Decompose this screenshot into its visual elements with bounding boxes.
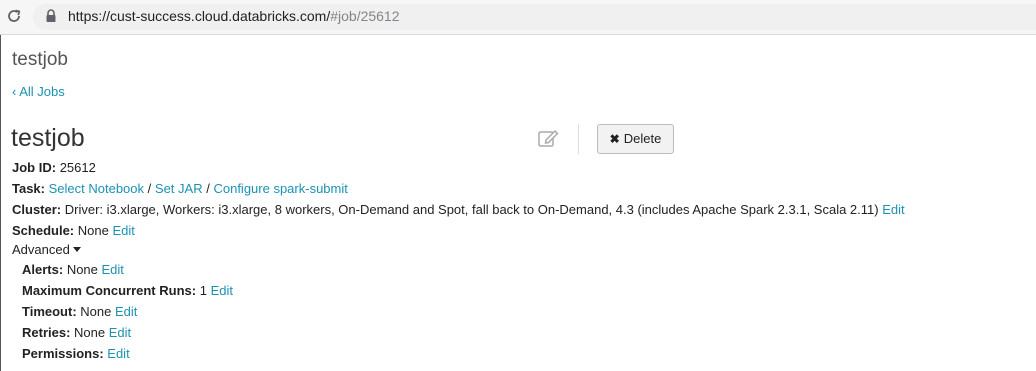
url-text[interactable]: https://cust-success.cloud.databricks.co… — [68, 8, 400, 25]
cluster-edit-link[interactable]: Edit — [882, 202, 904, 217]
max-concurrent-runs-value: 1 — [199, 283, 207, 298]
caret-down-icon — [72, 247, 81, 252]
timeout-value: None — [80, 304, 112, 319]
schedule-label: Schedule: — [12, 223, 75, 238]
advanced-label: Advanced — [12, 242, 70, 257]
task-row: Task: Select Notebook / Set JAR / Config… — [12, 181, 348, 197]
timeout-row: Timeout: None Edit — [22, 304, 137, 320]
url-host: https://cust-success.cloud.databricks.co… — [68, 8, 331, 24]
job-id-value: 25612 — [59, 160, 96, 175]
advanced-toggle[interactable]: Advanced — [12, 242, 81, 258]
alerts-value: None — [66, 262, 98, 277]
delete-button[interactable]: ✖ Delete — [597, 124, 674, 154]
permissions-label: Permissions: — [22, 346, 104, 361]
reload-icon[interactable] — [6, 8, 22, 24]
timeout-edit-link[interactable]: Edit — [115, 304, 137, 319]
task-label: Task: — [12, 181, 45, 196]
alerts-row: Alerts: None Edit — [22, 262, 124, 278]
delete-label: Delete — [623, 131, 662, 146]
retries-row: Retries: None Edit — [22, 325, 131, 341]
all-jobs-link[interactable]: ‹ All Jobs — [12, 84, 65, 100]
cluster-value: Driver: i3.xlarge, Workers: i3.xlarge, 8… — [64, 202, 879, 217]
configure-spark-submit-link[interactable]: Configure spark-submit — [213, 181, 347, 196]
cluster-row: Cluster: Driver: i3.xlarge, Workers: i3.… — [12, 202, 905, 218]
permissions-row: Permissions: Edit — [22, 346, 130, 362]
lock-icon — [46, 9, 56, 22]
close-x-icon: ✖ — [609, 132, 620, 146]
alerts-label: Alerts: — [22, 262, 64, 277]
max-concurrent-runs-edit-link[interactable]: Edit — [211, 283, 233, 298]
header-divider — [578, 124, 579, 154]
max-concurrent-runs-row: Maximum Concurrent Runs: 1 Edit — [22, 283, 233, 299]
cluster-label: Cluster: — [12, 202, 62, 217]
permissions-edit-link[interactable]: Edit — [107, 346, 129, 361]
url-fragment: #job/25612 — [330, 8, 400, 24]
retries-label: Retries: — [22, 325, 71, 340]
alerts-edit-link[interactable]: Edit — [102, 262, 124, 277]
job-id-label: Job ID: — [12, 160, 57, 175]
select-notebook-link[interactable]: Select Notebook — [49, 181, 144, 196]
max-concurrent-runs-label: Maximum Concurrent Runs: — [22, 283, 197, 298]
task-separator: / — [206, 181, 210, 196]
job-name-heading: testjob — [11, 124, 85, 152]
retries-edit-link[interactable]: Edit — [109, 325, 131, 340]
browser-toolbar: https://cust-success.cloud.databricks.co… — [0, 0, 1036, 35]
job-id-row: Job ID: 25612 — [12, 160, 96, 176]
retries-value: None — [74, 325, 106, 340]
schedule-row: Schedule: None Edit — [12, 223, 135, 239]
schedule-edit-link[interactable]: Edit — [112, 223, 134, 238]
timeout-label: Timeout: — [22, 304, 77, 319]
task-separator: / — [147, 181, 152, 196]
schedule-value: None — [77, 223, 109, 238]
set-jar-link[interactable]: Set JAR — [155, 181, 203, 196]
page-title: testjob — [12, 49, 68, 70]
edit-pencil-icon[interactable] — [538, 128, 560, 148]
